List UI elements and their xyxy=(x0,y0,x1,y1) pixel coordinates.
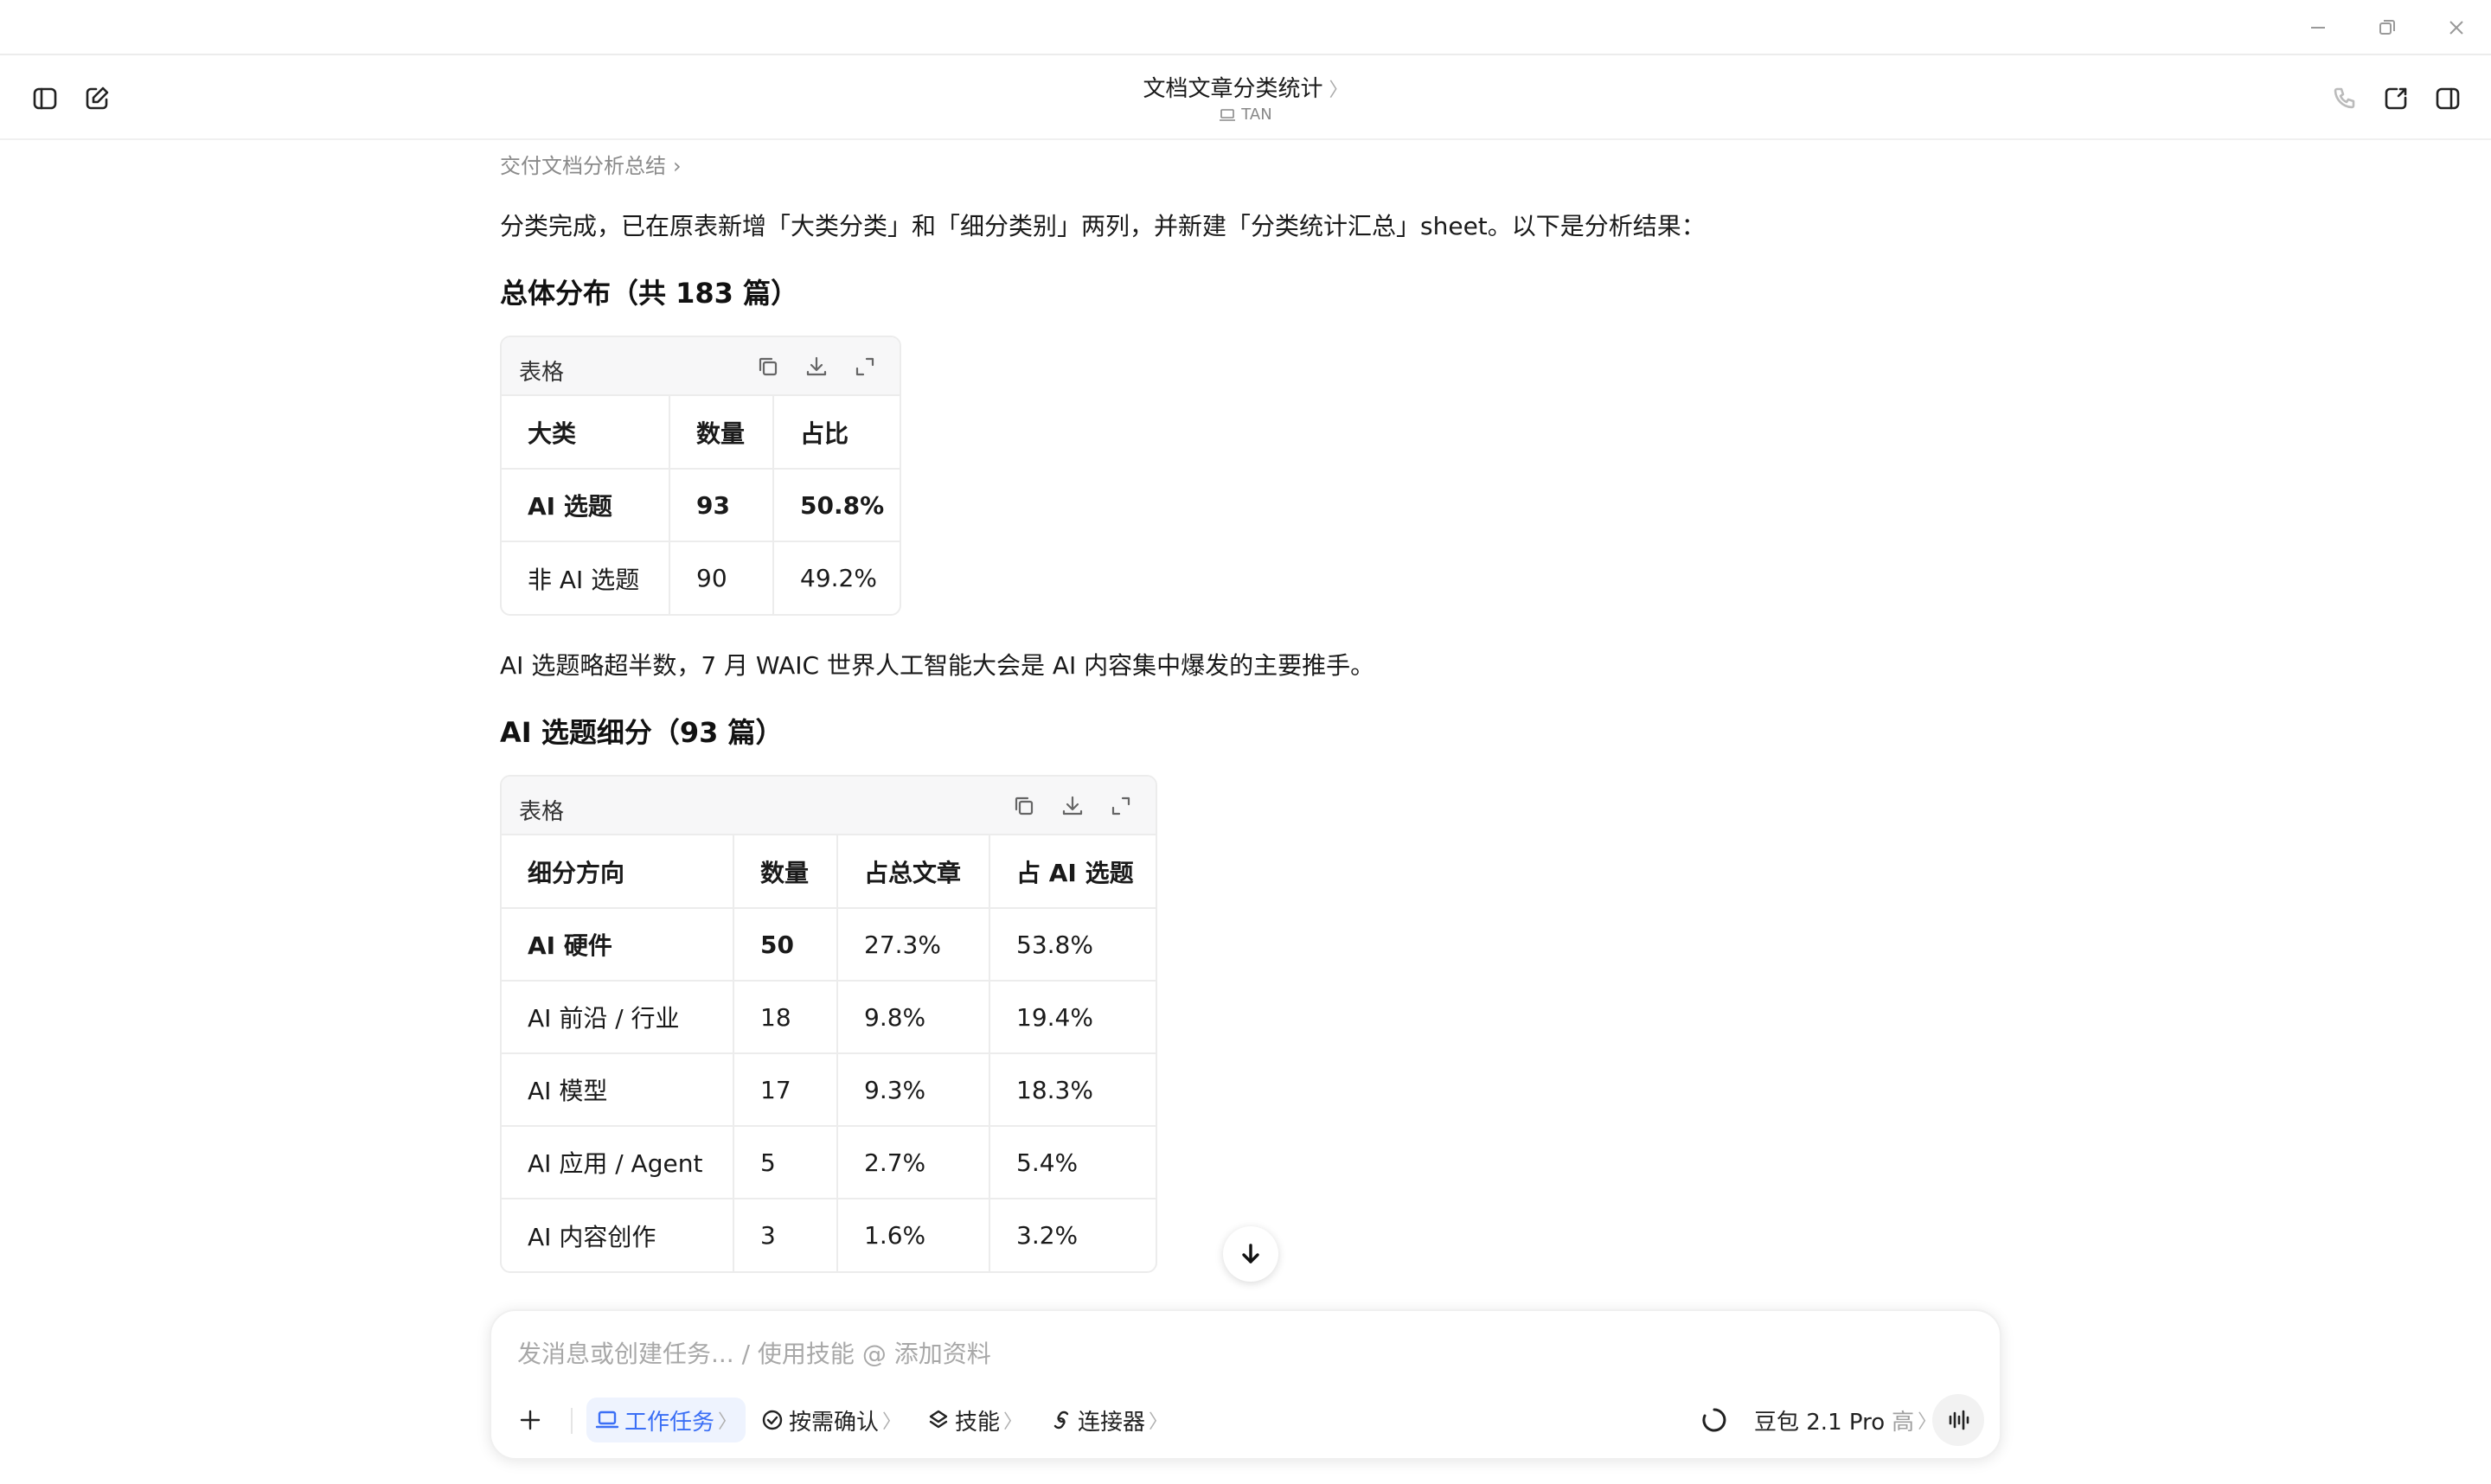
laptop-icon xyxy=(595,1410,619,1429)
chevron-right-icon: › xyxy=(673,154,682,178)
phone-icon[interactable] xyxy=(2327,81,2361,116)
intro-text: 分类完成，已在原表新增「大类分类」和「细分类别」两列，并新建「分类统计汇总」sh… xyxy=(500,212,1706,240)
table-row: AI 应用 / Agent 5 2.7% 5.4% xyxy=(502,1126,1156,1199)
ai-breakdown-table: 细分方向 数量 占总文章 占 AI 选题 AI 硬件 50 27.3% 53.8… xyxy=(502,835,1156,1271)
distribution-table-card: 表格 大类 数量 占比 AI 选题 93 50.8% 非 AI 选题 90 49… xyxy=(500,336,901,616)
distribution-table: 大类 数量 占比 AI 选题 93 50.8% 非 AI 选题 90 49.2% xyxy=(502,396,900,614)
note-text: AI 选题略超半数，7 月 WAIC 世界人工智能大会是 AI 内容集中爆发的主… xyxy=(500,651,1375,680)
download-icon[interactable] xyxy=(804,355,829,379)
workspace-label: TAN xyxy=(1090,106,1401,124)
chevron-right-icon: 〉 xyxy=(1003,1411,1023,1433)
divider xyxy=(571,1408,573,1434)
scroll-to-bottom-button[interactable] xyxy=(1223,1226,1278,1282)
expand-icon[interactable] xyxy=(1109,794,1133,818)
table-row: AI 模型 17 9.3% 18.3% xyxy=(502,1053,1156,1127)
table-row: AI 前沿 / 行业 18 9.8% 19.4% xyxy=(502,981,1156,1054)
table-row: AI 选题 93 50.8% xyxy=(502,469,900,542)
confirm-mode-selector[interactable]: 按需确认〉 xyxy=(761,1398,901,1442)
table-row: AI 内容创作 3 1.6% 3.2% xyxy=(502,1199,1156,1271)
table-header-bar: 表格 xyxy=(502,777,1156,835)
expand-icon[interactable] xyxy=(853,355,877,379)
copy-icon[interactable] xyxy=(756,355,780,379)
table-header-bar: 表格 xyxy=(502,337,900,396)
share-icon[interactable] xyxy=(2379,81,2413,116)
model-selector[interactable]: 豆包 2.1 Pro 高〉 xyxy=(1754,1398,1937,1442)
laptop-icon xyxy=(1220,109,1236,121)
connectors-selector[interactable]: 连接器〉 xyxy=(1050,1398,1168,1442)
chevron-right-icon: 〉 xyxy=(1149,1411,1169,1433)
spinner-icon xyxy=(1702,1408,1726,1432)
table-header-row: 细分方向 数量 占总文章 占 AI 选题 xyxy=(502,835,1156,909)
voice-input-button[interactable] xyxy=(1932,1394,1984,1446)
sidebar-toggle-icon[interactable] xyxy=(28,81,62,116)
task-breadcrumb[interactable]: 交付文档分析总结 › xyxy=(500,149,682,179)
minimize-icon[interactable] xyxy=(2302,12,2334,43)
restore-icon[interactable] xyxy=(2372,12,2403,43)
close-icon[interactable] xyxy=(2441,12,2472,43)
audio-wave-icon xyxy=(1949,1410,1969,1430)
plus-icon xyxy=(520,1410,541,1430)
check-circle-icon xyxy=(762,1410,783,1430)
copy-icon[interactable] xyxy=(1012,794,1036,818)
work-task-toggle[interactable]: 工作任务〉 xyxy=(586,1398,746,1442)
section2-heading: AI 选题细分（93 篇） xyxy=(500,716,784,749)
chevron-right-icon: 〉 xyxy=(1322,80,1348,101)
download-icon[interactable] xyxy=(1060,794,1085,818)
chevron-right-icon: 〉 xyxy=(718,1411,738,1433)
loading-spinner-icon xyxy=(1700,1398,1733,1442)
layers-icon xyxy=(929,1410,948,1429)
arrow-down-icon xyxy=(1242,1244,1259,1263)
window-titlebar xyxy=(0,0,2491,55)
panel-toggle-icon[interactable] xyxy=(2430,81,2465,116)
chevron-right-icon: 〉 xyxy=(882,1411,902,1433)
section1-heading: 总体分布（共 183 篇） xyxy=(500,277,799,310)
connector-icon xyxy=(1053,1410,1069,1430)
table-header-row: 大类 数量 占比 xyxy=(502,396,900,470)
message-composer: 工作任务〉 按需确认〉 技能〉 连接器〉 豆包 2.1 Pro 高〉 xyxy=(490,1309,2001,1460)
message-input[interactable] xyxy=(517,1334,1970,1373)
new-chat-icon[interactable] xyxy=(80,81,114,116)
table-row: 非 AI 选题 90 49.2% xyxy=(502,541,900,614)
conversation-title[interactable]: 文档文章分类统计 〉 xyxy=(1090,71,1401,103)
add-attachment-button[interactable] xyxy=(517,1398,548,1442)
ai-breakdown-table-card: 表格 细分方向 数量 占总文章 占 AI 选题 AI 硬件 50 27.3% 5… xyxy=(500,775,1157,1273)
skills-selector[interactable]: 技能〉 xyxy=(927,1398,1022,1442)
table-row: AI 硬件 50 27.3% 53.8% xyxy=(502,908,1156,982)
